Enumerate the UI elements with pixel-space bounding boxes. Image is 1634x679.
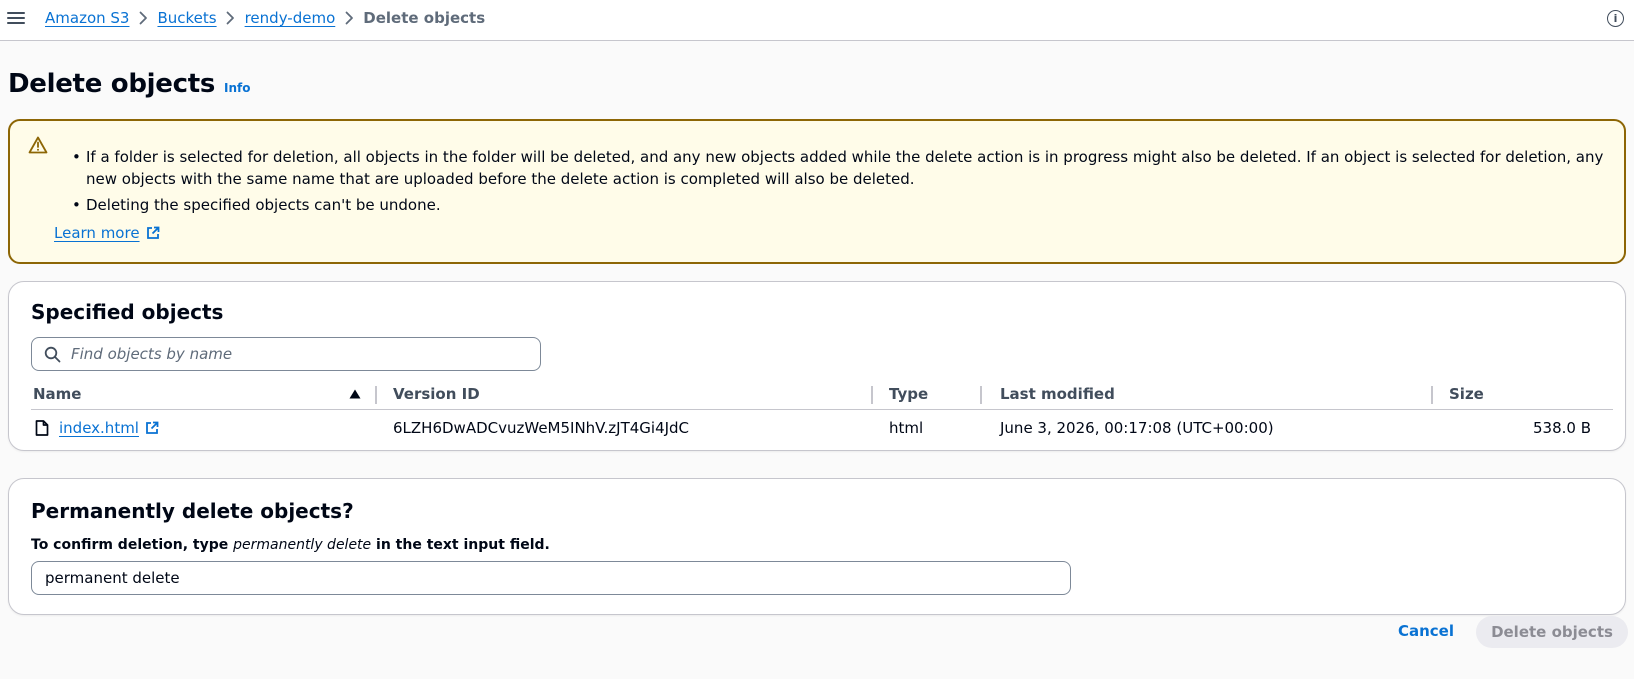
chevron-right-icon [129, 11, 157, 25]
column-header-size[interactable]: Size [1449, 378, 1484, 410]
search-input[interactable] [71, 345, 521, 363]
type-cell: html [889, 419, 924, 437]
column-resizer[interactable] [1431, 386, 1433, 404]
breadcrumb-amazon-s3[interactable]: Amazon S3 [45, 9, 129, 27]
column-resizer[interactable] [980, 386, 982, 404]
chevron-right-icon [335, 11, 363, 25]
alert-bullets: If a folder is selected for deletion, al… [72, 146, 1612, 220]
top-navigation: Amazon S3 Buckets rendy-demo Delete obje… [0, 0, 1634, 41]
breadcrumb-buckets[interactable]: Buckets [157, 9, 216, 27]
column-header-last-modified[interactable]: Last modified [1000, 378, 1115, 410]
column-header-name[interactable]: Name [33, 378, 81, 410]
chevron-right-icon [217, 11, 245, 25]
alert-bullet: Deleting the specified objects can't be … [72, 194, 1612, 216]
size-cell: 538.0 B [1532, 419, 1591, 437]
column-header-type[interactable]: Type [889, 378, 928, 410]
search-icon [44, 346, 61, 362]
learn-more-link[interactable]: Learn more [54, 224, 160, 242]
confirm-label: To confirm deletion, type permanently de… [31, 537, 550, 553]
object-name-cell: index.html [35, 411, 159, 445]
specified-objects-container: Specified objects Name Version ID Type L… [8, 281, 1626, 451]
table-header: Name Version ID Type Last modified Size [31, 378, 1613, 410]
learn-more-label: Learn more [54, 224, 140, 242]
external-link-icon [146, 421, 159, 434]
warning-icon [28, 136, 48, 154]
breadcrumb: Amazon S3 Buckets rendy-demo Delete obje… [45, 9, 485, 27]
info-link[interactable]: Info [224, 81, 250, 95]
warning-alert: If a folder is selected for deletion, al… [8, 119, 1626, 264]
confirm-label-phrase: permanently delete [233, 537, 372, 553]
last-modified-cell: June 3, 2026, 00:17:08 (UTC+00:00) [1000, 419, 1274, 437]
confirm-deletion-input[interactable] [31, 561, 1071, 595]
delete-objects-button[interactable]: Delete objects [1476, 616, 1628, 648]
external-link-icon [146, 226, 159, 239]
confirm-label-prefix: To confirm deletion, type [31, 537, 234, 553]
info-icon[interactable]: i [1607, 10, 1624, 27]
main-content: Delete objects Info If a folder is selec… [0, 41, 1634, 679]
confirm-title: Permanently delete objects? [31, 499, 354, 523]
version-id-cell: 6LZH6DwADCvuzWeM5INhV.zJT4Gi4JdC [393, 419, 690, 437]
breadcrumb-bucket-name[interactable]: rendy-demo [245, 9, 336, 27]
permanently-delete-container: Permanently delete objects? To confirm d… [8, 478, 1626, 615]
alert-bullet: If a folder is selected for deletion, al… [72, 146, 1612, 190]
specified-objects-title: Specified objects [31, 300, 224, 324]
cancel-button[interactable]: Cancel [1390, 614, 1462, 648]
file-icon [35, 420, 49, 436]
confirm-label-suffix: in the text input field. [371, 537, 550, 553]
table-row: index.html 6LZH6DwADCvuzWeM5INhV.zJT4Gi4… [31, 411, 1613, 445]
breadcrumb-current: Delete objects [363, 9, 486, 27]
column-header-version-id[interactable]: Version ID [393, 378, 480, 410]
column-resizer[interactable] [375, 386, 377, 404]
object-name-link[interactable]: index.html [59, 419, 159, 437]
object-name: index.html [59, 419, 139, 437]
page-title: Delete objects [8, 69, 216, 99]
page-header: Delete objects Info [8, 69, 251, 99]
sort-ascending-icon[interactable] [349, 389, 361, 399]
search-box[interactable] [31, 337, 541, 371]
column-resizer[interactable] [871, 386, 873, 404]
hamburger-menu-icon[interactable] [7, 10, 25, 28]
